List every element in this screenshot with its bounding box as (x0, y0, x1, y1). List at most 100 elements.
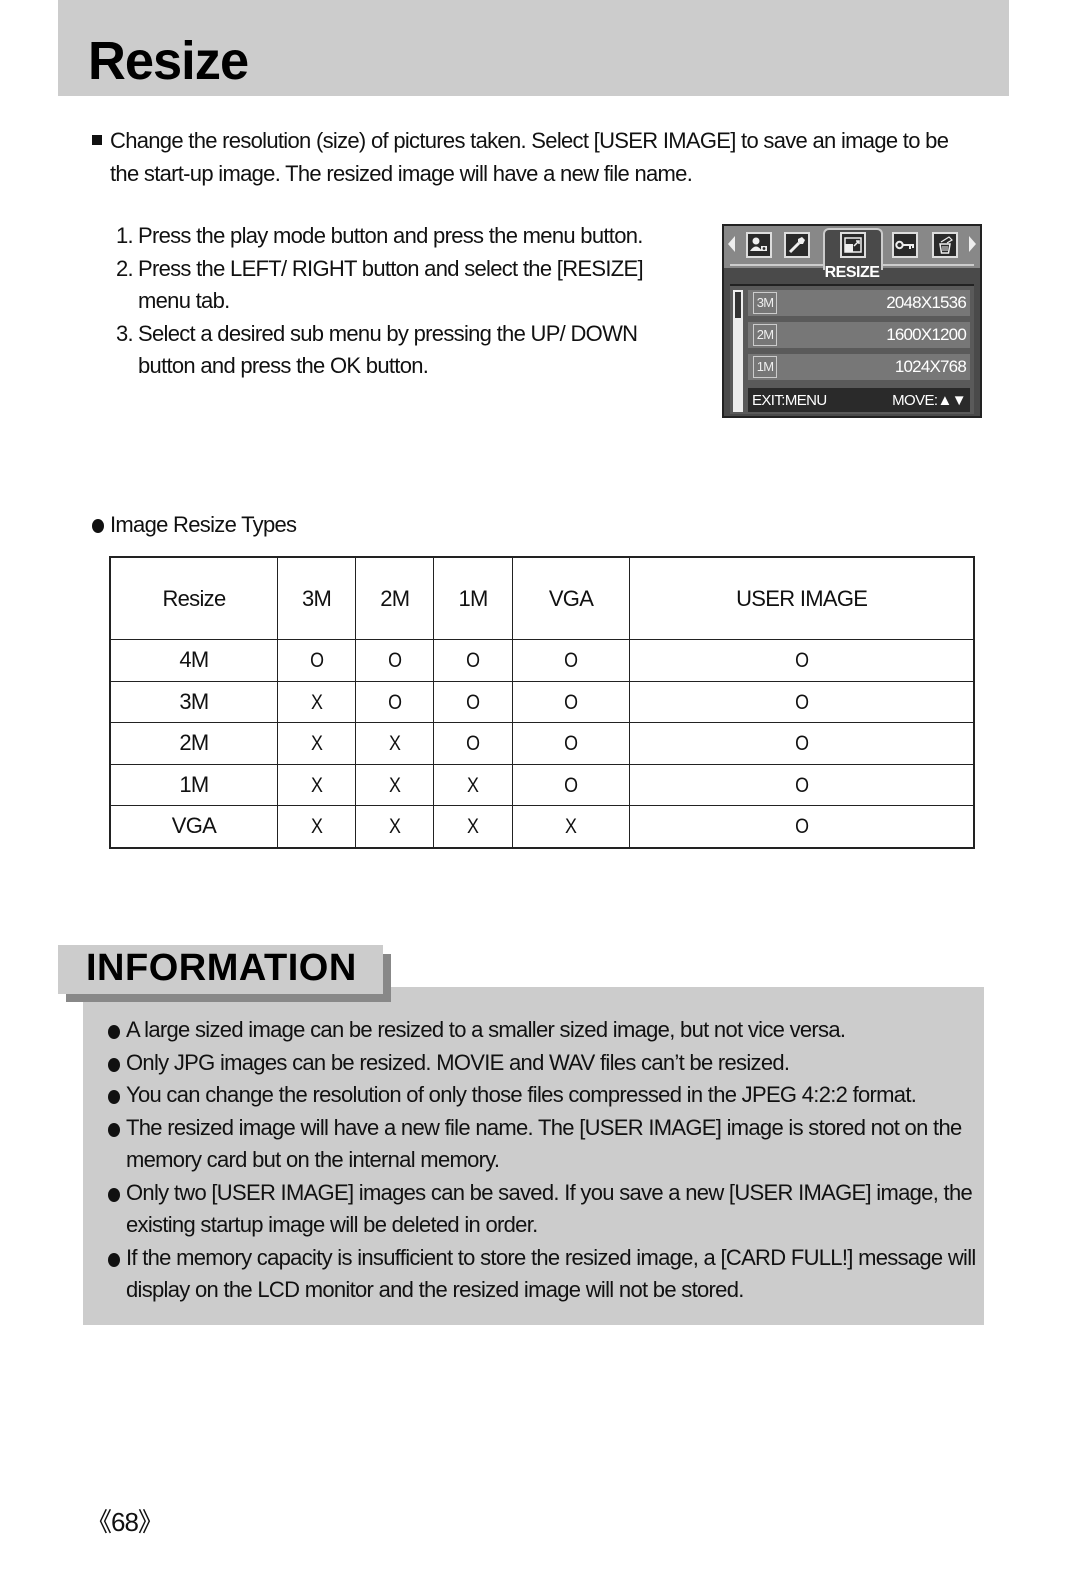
resize-icon (840, 232, 866, 258)
information-item: If the memory capacity is insufficient t… (108, 1242, 978, 1307)
table-cell: X (355, 805, 435, 848)
resize-types-label: Image Resize Types (92, 512, 297, 538)
not-supported-mark: X (389, 815, 401, 839)
table-cell: O (629, 680, 975, 723)
bullet-icon (108, 1090, 120, 1104)
header-3m: 3M (276, 556, 357, 640)
supported-mark: O (564, 732, 578, 756)
not-supported-mark: X (467, 773, 479, 797)
table-cell: X (276, 763, 357, 806)
lcd-menu-title: RESIZE (824, 264, 880, 281)
table-cell: O (511, 763, 631, 806)
supported-mark: O (466, 649, 480, 673)
resize-types-label-text: Image Resize Types (110, 512, 297, 537)
header-1m: 1M (433, 556, 513, 640)
row-label: VGA (109, 805, 278, 848)
bullet-icon (108, 1122, 120, 1137)
information-item: The resized image will have a new file n… (108, 1112, 978, 1177)
information-item-text: You can change the resolution of only th… (126, 1082, 917, 1107)
page-title: Resize (88, 31, 249, 91)
supported-mark: O (388, 690, 402, 714)
table-cell: O (629, 805, 975, 848)
table-cell: X (511, 805, 631, 848)
step-text: Press the play mode button and press the… (138, 223, 643, 248)
steps-list: 1. Press the play mode button and press … (116, 220, 676, 383)
size-badge: 1M (753, 356, 777, 378)
table-cell: O (433, 722, 513, 765)
information-item: Only two [USER IMAGE] images can be save… (108, 1177, 978, 1242)
lcd-exit-hint: EXIT:MENU (752, 392, 827, 409)
table-cell: O (433, 639, 513, 682)
supported-mark: O (795, 690, 809, 714)
not-supported-mark: X (310, 690, 323, 714)
not-supported-mark: X (310, 773, 323, 797)
information-heading: INFORMATION (86, 947, 357, 989)
not-supported-mark: X (565, 815, 577, 839)
lcd-menu-item-2m: 2M 1600X1200 (748, 322, 970, 348)
step-number: 1. (116, 223, 134, 248)
intro-line-2: the start-up image. The resized image wi… (110, 161, 693, 186)
table-cell: O (276, 639, 357, 682)
key-protect-icon (892, 232, 918, 258)
not-supported-mark: X (389, 732, 401, 756)
lcd-scroll-thumb (735, 292, 741, 318)
information-item-text: If the memory capacity is insufficient t… (126, 1244, 976, 1303)
person-settings-icon (746, 232, 772, 258)
lcd-menu-item-3m: 3M 2048X1536 (748, 290, 970, 316)
supported-mark: O (564, 773, 578, 797)
table-cell: X (355, 763, 435, 806)
lcd-menu-panel: 3M 2048X1536 2M 1600X1200 1M 1024X768 EX… (730, 284, 974, 414)
table-cell: O (629, 639, 975, 682)
table-cell: O (355, 639, 435, 682)
header-user-image: USER IMAGE (629, 556, 975, 640)
step-text: Select a desired sub menu by pressing th… (138, 320, 638, 379)
table-cell: X (276, 680, 357, 723)
bullet-icon (108, 1025, 120, 1039)
table-header-row: Resize 3M 2M 1M VGA USER IMAGE (109, 556, 975, 640)
lcd-right-arrow-icon (969, 236, 976, 252)
table-row: VGA X X X X O (109, 805, 975, 848)
information-item-text: Only JPG images can be resized. MOVIE an… (126, 1049, 790, 1075)
table-cell: X (433, 763, 513, 806)
table-cell: O (629, 763, 975, 806)
resolution-value: 2048X1536 (886, 293, 967, 312)
not-supported-mark: X (310, 732, 323, 756)
supported-mark: O (466, 690, 480, 714)
resize-types-table: Resize 3M 2M 1M VGA USER IMAGE 4M O O O O O 3M… (109, 556, 975, 849)
supported-mark: O (795, 815, 809, 839)
supported-mark: O (388, 649, 402, 673)
step-item: 3. Select a desired sub menu by pressing… (116, 318, 676, 383)
lcd-scrollbar (733, 290, 743, 412)
header-resize: Resize (109, 556, 278, 640)
information-item-text: The resized image will have a new file n… (126, 1114, 962, 1173)
information-item-text: A large sized image can be resized to a … (126, 1017, 846, 1042)
step-number: 3. (116, 320, 134, 346)
table-cell: O (433, 680, 513, 723)
table-cell: O (629, 722, 975, 765)
step-item: 1. Press the play mode button and press … (116, 220, 676, 253)
table-row: 2M X X O O O (109, 722, 975, 765)
supported-mark: O (466, 732, 480, 756)
table-row: 4M O O O O O (109, 639, 975, 682)
page-number: 《68》 (86, 1507, 164, 1537)
bullet-icon (108, 1252, 120, 1267)
square-bullet-icon (92, 135, 102, 145)
supported-mark: O (795, 649, 809, 673)
table-cell: X (355, 722, 435, 765)
bullet-icon (92, 519, 104, 533)
table-row: 1M X X X O O (109, 763, 975, 806)
delete-icon (932, 232, 958, 258)
information-item: Only JPG images can be resized. MOVIE an… (108, 1047, 978, 1080)
information-list: A large sized image can be resized to a … (108, 1014, 978, 1307)
bullet-icon (108, 1057, 120, 1072)
supported-mark: O (564, 690, 578, 714)
intro-paragraph: Change the resolution (size) of pictures… (92, 124, 992, 190)
table-cell: X (276, 722, 357, 765)
information-tab: INFORMATION (58, 945, 383, 994)
lcd-footer: EXIT:MENU MOVE:▲▼ (748, 388, 970, 412)
table-row: 3M X O O O O (109, 680, 975, 723)
intro-line-1: Change the resolution (size) of pictures… (110, 128, 949, 153)
table-cell: O (511, 680, 631, 723)
row-label: 2M (109, 722, 278, 765)
lcd-move-hint: MOVE:▲▼ (892, 392, 966, 409)
